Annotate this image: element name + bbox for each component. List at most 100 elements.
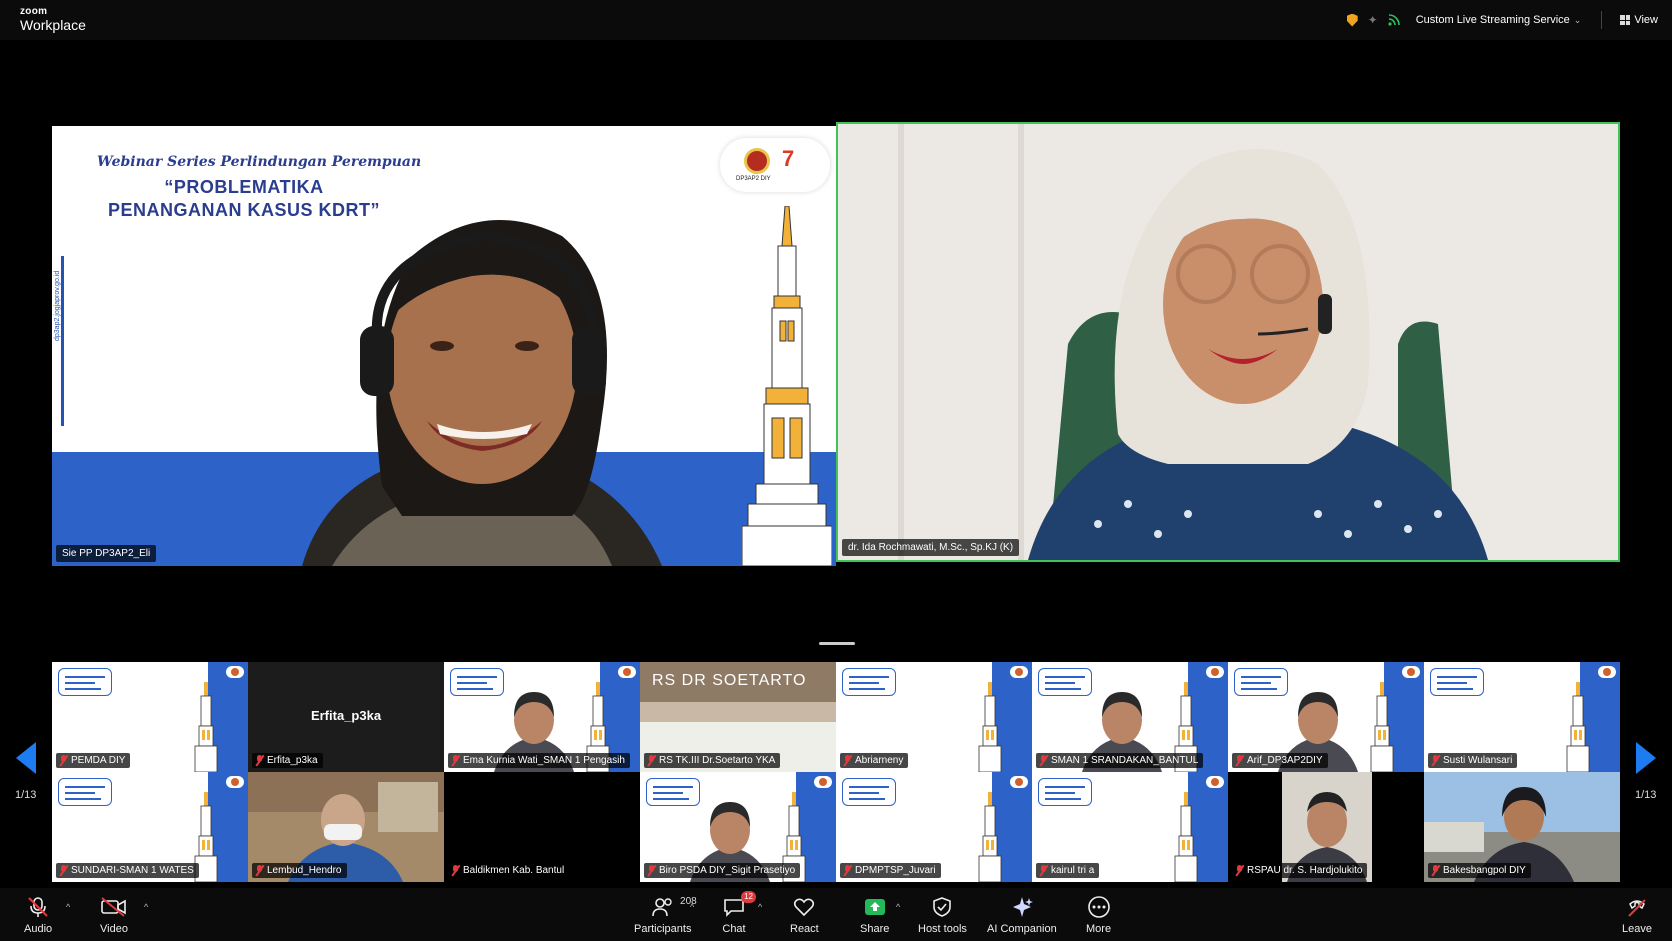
- speaker-ida-video: [838, 124, 1618, 560]
- participant-name-label: Baldikmen Kab. Bantul: [448, 863, 570, 878]
- participant-name-label: PEMDA DIY: [56, 753, 131, 768]
- participant-thumbnail[interactable]: Abriarneny: [836, 662, 1032, 772]
- participant-thumbnail[interactable]: Baldikmen Kab. Bantul: [444, 772, 640, 882]
- share-caret-icon[interactable]: ^: [896, 902, 900, 912]
- participant-thumbnail[interactable]: Ema Kurnia Wati_SMAN 1 Pengasih: [444, 662, 640, 772]
- participants-label: Participants: [634, 923, 692, 935]
- tugu-monument-illustration: [742, 206, 832, 566]
- sparkle-icon[interactable]: ✦: [1368, 13, 1378, 27]
- participant-name-label: RS TK.III Dr.Soetarto YKA: [644, 753, 781, 768]
- audio-button[interactable]: Audio: [24, 896, 52, 935]
- org-logo-icon: [814, 776, 832, 788]
- shield-icon[interactable]: [1346, 13, 1358, 27]
- tugu-monument-illustration: [1370, 682, 1394, 772]
- chat-icon: 12: [722, 891, 756, 918]
- zoom-logo: zoom Workplace: [20, 6, 86, 33]
- share-label: Share: [860, 923, 890, 935]
- participants-button[interactable]: 208 Participants: [634, 896, 697, 935]
- more-label: More: [1086, 923, 1112, 935]
- slide-bubble-graphic: [1430, 668, 1484, 696]
- brand-small: zoom: [20, 6, 48, 17]
- participants-icon: 208: [651, 896, 697, 918]
- participant-thumbnail[interactable]: SMAN 1 SRANDAKAN_BANTUL: [1032, 662, 1228, 772]
- ai-companion-label: AI Companion: [987, 923, 1057, 935]
- participant-name: Lembud_Hendro: [267, 865, 342, 876]
- microphone-muted-icon: [1431, 755, 1440, 766]
- slide-accent-line: [61, 256, 64, 426]
- chat-button[interactable]: 12 Chat: [722, 891, 756, 935]
- org-logo-icon: [618, 666, 636, 678]
- participant-name: SUNDARI-SMAN 1 WATES: [71, 865, 194, 876]
- participant-thumbnail[interactable]: DPMPTSP_Juvari: [836, 772, 1032, 882]
- org-logo-icon: [1206, 776, 1224, 788]
- camera-off-icon: [100, 896, 128, 918]
- gallery-resize-handle[interactable]: [819, 642, 855, 645]
- host-tools-label: Host tools: [918, 923, 967, 935]
- chat-caret-icon[interactable]: ^: [758, 902, 762, 912]
- microphone-muted-icon: [843, 755, 852, 766]
- room-sign-text: RS DR SOETARTO: [652, 672, 807, 689]
- participant-name-center: Erfita_p3ka: [310, 708, 382, 723]
- audio-options-caret-icon[interactable]: ^: [66, 902, 70, 912]
- grid-view-icon: [1620, 15, 1631, 25]
- org-logo-icon: [1010, 666, 1028, 678]
- next-page-arrow-icon[interactable]: [1636, 742, 1656, 774]
- chat-unread-badge: 12: [741, 891, 756, 903]
- video-button[interactable]: Video: [100, 896, 128, 935]
- microphone-muted-icon: [1039, 865, 1048, 876]
- microphone-muted-icon: [26, 896, 50, 918]
- logo-caption: DP3AP2 DIY: [736, 176, 771, 182]
- participant-thumbnail[interactable]: Lembud_Hendro: [248, 772, 444, 882]
- tugu-monument-illustration: [1174, 792, 1198, 882]
- previous-page-arrow-icon[interactable]: [16, 742, 36, 774]
- participant-thumbnail[interactable]: RS DR SOETARTO RS TK.III Dr.Soetarto YKA: [640, 662, 836, 772]
- participant-name: DPMPTSP_Juvari: [855, 865, 936, 876]
- microphone-muted-icon: [255, 865, 264, 876]
- microphone-muted-icon: [1431, 865, 1440, 876]
- video-options-caret-icon[interactable]: ^: [144, 902, 148, 912]
- participant-thumbnail[interactable]: Arif_DP3AP2DIY: [1228, 662, 1424, 772]
- video-tile-left[interactable]: Webinar Series Perlindungan Perempuan “P…: [52, 126, 836, 566]
- react-button[interactable]: React: [790, 896, 819, 935]
- shield-icon: [931, 896, 953, 918]
- slide-bubble-graphic: [842, 778, 896, 806]
- react-label: React: [790, 923, 819, 935]
- stream-label: Custom Live Streaming Service: [1415, 14, 1570, 26]
- host-tools-button[interactable]: Host tools: [918, 896, 967, 935]
- participant-thumbnail[interactable]: RSPAU dr. S. Hardjolukito: [1228, 772, 1424, 882]
- more-button[interactable]: More: [1086, 896, 1111, 935]
- microphone-muted-icon: [1039, 755, 1048, 766]
- speaker-eli-video: [302, 220, 662, 566]
- participant-thumbnail[interactable]: Bakesbangpol DIY: [1424, 772, 1620, 882]
- heart-icon: [792, 896, 816, 918]
- org-logo-icon: [1010, 776, 1028, 788]
- participant-thumbnail[interactable]: Erfita_p3ka Erfita_p3ka: [248, 662, 444, 772]
- view-button[interactable]: View: [1620, 14, 1658, 26]
- participants-caret-icon[interactable]: ^: [690, 902, 694, 912]
- participant-name: SMAN 1 SRANDAKAN_BANTUL: [1051, 755, 1199, 766]
- microphone-muted-icon: [1235, 755, 1244, 766]
- ai-companion-button[interactable]: AI Companion: [987, 896, 1057, 935]
- tugu-monument-illustration: [978, 682, 1002, 772]
- participant-name-label: Susti Wulansari: [1428, 753, 1518, 768]
- slide-bubble-graphic: [58, 668, 112, 696]
- video-tile-right-active-speaker[interactable]: dr. Ida Rochmawati, M.Sc., Sp.KJ (K): [836, 122, 1620, 562]
- participant-name: Abriarneny: [855, 755, 904, 766]
- microphone-muted-icon: [255, 755, 264, 766]
- page-indicator-left: 1/13: [15, 789, 37, 801]
- leave-button[interactable]: Leave: [1622, 896, 1652, 935]
- tugu-monument-illustration: [978, 792, 1002, 882]
- participant-thumbnail[interactable]: SUNDARI-SMAN 1 WATES: [52, 772, 248, 882]
- live-streaming-dropdown[interactable]: Custom Live Streaming Service ⌄: [1416, 14, 1582, 26]
- top-bar: zoom Workplace ✦ Custom Live Streaming S…: [0, 0, 1672, 40]
- share-button[interactable]: Share: [860, 896, 889, 935]
- participant-name-label: Ema Kurnia Wati_SMAN 1 Pengasih: [448, 753, 630, 768]
- live-stream-icon[interactable]: [1388, 14, 1400, 26]
- microphone-muted-icon: [451, 755, 460, 766]
- participant-thumbnail[interactable]: Biro PSDA DIY_Sigit Prasetiyo: [640, 772, 836, 882]
- participant-thumbnail[interactable]: PEMDA DIY: [52, 662, 248, 772]
- participant-name: Erfita_p3ka: [267, 755, 318, 766]
- participant-thumbnail[interactable]: Susti Wulansari: [1424, 662, 1620, 772]
- participant-name: Bakesbangpol DIY: [1443, 865, 1526, 876]
- participant-thumbnail[interactable]: kairul tri a: [1032, 772, 1228, 882]
